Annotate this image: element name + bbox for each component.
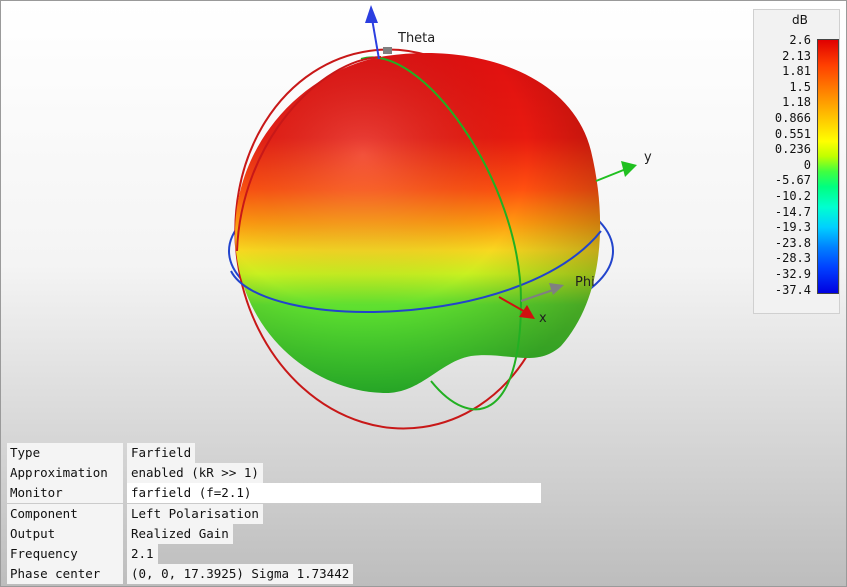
colorbar-tick-label: 2.13 xyxy=(782,48,811,63)
info-row-frequency: Frequency 2.1 xyxy=(7,543,547,564)
theta-axis-arrow xyxy=(365,5,378,23)
colorbar-tick-label: -14.7 xyxy=(774,204,811,219)
info-key: Type xyxy=(7,443,123,463)
info-value: 2.1 xyxy=(127,543,158,564)
info-row-monitor: Monitor farfield (f=2.1) xyxy=(7,483,547,504)
info-row-type: Type Farfield xyxy=(7,443,547,463)
y-axis-arrow xyxy=(621,161,637,177)
info-key: Output xyxy=(7,523,123,544)
colorbar-tick-label: 0.866 xyxy=(774,111,811,125)
info-key: Phase center xyxy=(7,564,123,585)
farfield-info-table: Type Farfield Approximation enabled (kR … xyxy=(7,443,547,585)
theta-label: Theta xyxy=(398,31,436,46)
y-axis-line xyxy=(595,168,627,182)
colorbar-tick-label: -32.9 xyxy=(774,267,811,281)
farfield-3d-viewport[interactable]: Theta y Phi x dB 2.6 2.13 1.81 1.5 1.18 0.866… xyxy=(0,0,847,587)
info-key: Approximation xyxy=(7,463,123,484)
x-axis-label: x xyxy=(539,311,547,326)
colorbar-tick-label: -23.8 xyxy=(774,235,811,250)
info-value: Left Polarisation xyxy=(127,503,263,524)
info-key: Frequency xyxy=(7,543,123,564)
colorbar-tick-label: 1.18 xyxy=(782,95,811,110)
y-axis-label: y xyxy=(644,150,652,165)
info-row-approximation: Approximation enabled (kR >> 1) xyxy=(7,463,547,484)
colorbar-tick-label: -19.3 xyxy=(774,220,811,235)
info-value: Realized Gain xyxy=(127,523,233,544)
info-row-output: Output Realized Gain xyxy=(7,523,547,544)
info-value: enabled (kR >> 1) xyxy=(127,463,263,484)
info-key: Component xyxy=(7,503,123,524)
colorbar-tick-label: 2.6 xyxy=(789,33,811,47)
colorbar-tick-label: 0 xyxy=(803,157,811,172)
phi-label: Phi xyxy=(575,275,595,290)
info-row-component: Component Left Polarisation xyxy=(7,503,547,524)
colorbar-tick-label: 1.5 xyxy=(789,79,811,94)
info-key: Monitor xyxy=(7,483,123,504)
info-value: farfield (f=2.1) xyxy=(127,483,541,504)
radiation-pattern-shading xyxy=(235,52,601,394)
colorbar-tick-label: 1.81 xyxy=(782,64,811,79)
info-value: Farfield xyxy=(127,443,196,463)
colorbar-tick-label: -5.67 xyxy=(774,173,811,188)
colorbar-tick-label: 0.236 xyxy=(774,142,811,157)
colorbar-unit: dB xyxy=(792,13,808,27)
colorbar-tick-label: 0.551 xyxy=(774,126,811,141)
colorbar-tick-label: -28.3 xyxy=(774,251,811,266)
gain-colorbar: dB 2.6 2.13 1.81 1.5 1.18 0.866 0.551 0.236 0 -5.… xyxy=(753,9,840,314)
info-value: (0, 0, 17.3925) Sigma 1.73442 xyxy=(127,564,354,585)
colorbar-tick-label: -10.2 xyxy=(774,189,811,203)
theta-marker xyxy=(383,47,392,54)
colorbar-tick-label: -37.4 xyxy=(774,282,811,297)
colorbar-gradient xyxy=(817,39,839,294)
info-row-phase-center: Phase center (0, 0, 17.3925) Sigma 1.734… xyxy=(7,564,547,585)
